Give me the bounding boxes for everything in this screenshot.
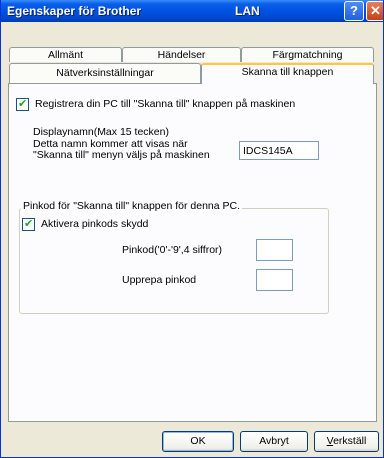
repeat-pin-label: Upprepa pinkod bbox=[122, 274, 197, 286]
title-bar[interactable]: Egenskaper för Brother LAN ? ✕ bbox=[1, 0, 383, 22]
close-icon[interactable]: ✕ bbox=[366, 1, 383, 21]
tab-allmant[interactable]: Allmänt bbox=[9, 47, 122, 62]
enable-pin-label: Aktivera pinkods skydd bbox=[41, 218, 149, 230]
pin-label: Pinkod('0'-'9',4 siffror) bbox=[122, 244, 223, 256]
pin-group-legend: Pinkod för "Skanna till" knappen för den… bbox=[21, 200, 243, 212]
register-label: Registrera din PC till "Skanna till" kna… bbox=[35, 98, 296, 110]
tab-panel: Registrera din PC till "Skanna till" kna… bbox=[8, 83, 377, 422]
pin-input[interactable] bbox=[256, 239, 293, 261]
repeat-pin-input[interactable] bbox=[256, 269, 293, 291]
properties-dialog: Egenskaper för Brother LAN ? ✕ Allmänt H… bbox=[0, 0, 384, 458]
cancel-button[interactable]: Avbryt bbox=[240, 431, 308, 452]
window-title: Egenskaper för Brother bbox=[7, 4, 142, 18]
tab-skanna-till-knappen[interactable]: Skanna till knappen bbox=[201, 63, 374, 84]
tab-fargmatchning[interactable]: Färgmatchning bbox=[241, 47, 374, 62]
window-title-suffix: LAN bbox=[235, 4, 260, 18]
tab-natverksinstallningar[interactable]: Nätverksinställningar bbox=[9, 63, 201, 83]
display-name-label: Displaynamn(Max 15 tecken) bbox=[33, 126, 169, 138]
ok-button[interactable]: OK bbox=[162, 431, 234, 452]
display-name-input[interactable]: IDCS145A bbox=[239, 141, 319, 160]
register-checkbox[interactable] bbox=[16, 97, 29, 111]
tab-handelser[interactable]: Händelser bbox=[122, 47, 241, 62]
enable-pin-checkbox[interactable] bbox=[22, 217, 35, 231]
apply-button[interactable]: Verkställ bbox=[314, 431, 379, 452]
help-icon[interactable]: ? bbox=[344, 1, 364, 21]
display-name-hint-2: "Skanna till" menyn väljs på maskinen bbox=[33, 149, 210, 161]
